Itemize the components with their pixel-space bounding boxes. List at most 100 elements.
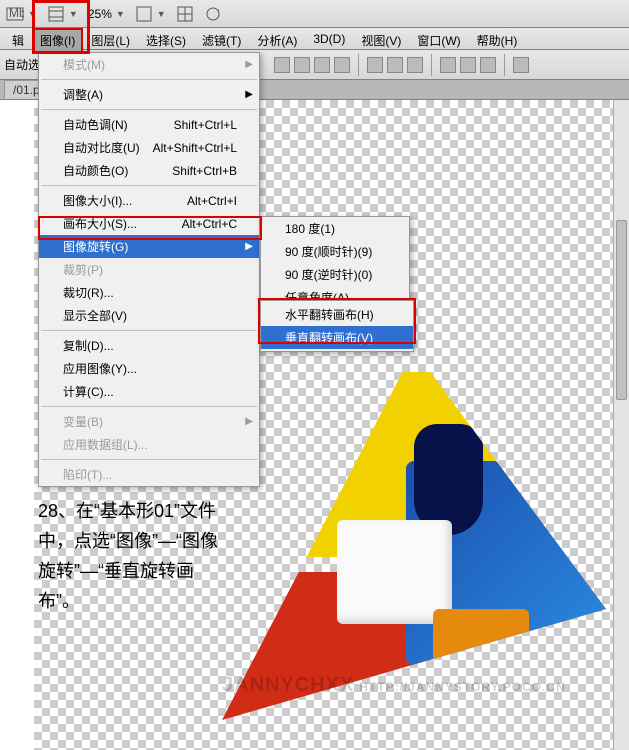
zoom-level[interactable]: 25% — [88, 7, 112, 21]
menu-view[interactable]: 视图(V) — [353, 28, 409, 53]
top-toolbar: Mb ▼ ▼ 25% ▼ ▼ — [0, 0, 629, 28]
menu-item-label: 自动对比度(U) — [63, 139, 140, 156]
menu-item-label: 应用图像(Y)... — [63, 360, 137, 377]
menu-item[interactable]: 裁切(R)... — [39, 281, 259, 304]
scrollbar-thumb[interactable] — [616, 220, 627, 400]
distribute-icon[interactable] — [480, 57, 496, 73]
menu-item[interactable]: 调整(A) ▶ — [39, 83, 259, 106]
image-menu: 模式(M) ▶ 调整(A) ▶ 自动色调(N) Shift+Ctrl+L 自动对比度(U) A… — [38, 52, 260, 487]
menu-item[interactable]: 自动对比度(U) Alt+Shift+Ctrl+L — [39, 136, 259, 159]
menu-shortcut: Alt+Ctrl+C — [182, 217, 237, 231]
align-icon[interactable] — [274, 57, 290, 73]
submenu-arrow-icon: ▶ — [245, 241, 253, 252]
menu-item: 裁剪(P) — [39, 258, 259, 281]
submenu-item[interactable]: 水平翻转画布(H) — [261, 303, 413, 326]
flip-submenu: 水平翻转画布(H)垂直翻转画布(V) — [260, 300, 414, 352]
align-icon[interactable] — [314, 57, 330, 73]
dropdown-arrow-icon[interactable]: ▼ — [116, 9, 125, 19]
menu-item[interactable]: 自动颜色(O) Shift+Ctrl+B — [39, 159, 259, 182]
menu-item-label: 裁剪(P) — [63, 261, 103, 278]
submenu-item[interactable]: 90 度(逆时针)(0) — [261, 263, 409, 286]
rotate-icon[interactable] — [204, 5, 222, 23]
submenu-item[interactable]: 180 度(1) — [261, 217, 409, 240]
menu-image[interactable]: 图像(I) — [32, 28, 83, 53]
menu-3d[interactable]: 3D(D) — [305, 28, 353, 50]
grid-icon[interactable] — [176, 5, 194, 23]
distribute-icon[interactable] — [387, 57, 403, 73]
menu-item-label: 图像大小(I)... — [63, 192, 132, 209]
menu-item[interactable]: 应用图像(Y)... — [39, 357, 259, 380]
vertical-scrollbar[interactable] — [613, 100, 629, 750]
svg-text:Mb: Mb — [9, 6, 24, 20]
menu-item: 陷印(T)... — [39, 463, 259, 486]
distribute-icon[interactable] — [460, 57, 476, 73]
menu-item: 模式(M) ▶ — [39, 53, 259, 76]
autoselect-label: 自动选 — [4, 56, 40, 73]
submenu-item[interactable]: 90 度(顺时针)(9) — [261, 240, 409, 263]
menu-separator — [41, 185, 257, 186]
menu-item-label: 显示全部(V) — [63, 307, 127, 324]
menu-shortcut: Alt+Shift+Ctrl+L — [153, 141, 237, 155]
menu-item-label: 调整(A) — [63, 86, 103, 103]
menu-item-label: 画布大小(S)... — [63, 215, 137, 232]
menu-item-label: 图像旋转(G) — [63, 238, 128, 255]
hand-icon[interactable] — [135, 5, 153, 23]
menu-item[interactable]: 图像大小(I)... Alt+Ctrl+I — [39, 189, 259, 212]
menu-analysis[interactable]: 分析(A) — [249, 28, 305, 53]
menu-help[interactable]: 帮助(H) — [469, 28, 526, 53]
film-icon[interactable] — [47, 5, 65, 23]
menu-separator — [41, 109, 257, 110]
menu-item-label: 应用数据组(L)... — [63, 436, 148, 453]
instruction-text: 28、在“基本形01”文件中，点选“图像”—“图像旋转”—“垂直旋转画布”。 — [38, 496, 218, 616]
menu-item[interactable]: 自动色调(N) Shift+Ctrl+L — [39, 113, 259, 136]
menu-item: 变量(B) ▶ — [39, 410, 259, 433]
distribute-icon[interactable] — [407, 57, 423, 73]
menu-separator — [41, 406, 257, 407]
tool-icon[interactable] — [513, 57, 529, 73]
menu-separator — [41, 79, 257, 80]
menu-separator — [41, 330, 257, 331]
mb-icon[interactable]: Mb — [6, 5, 24, 23]
menu-separator — [41, 459, 257, 460]
distribute-icon[interactable] — [367, 57, 383, 73]
menu-item: 应用数据组(L)... — [39, 433, 259, 456]
submenu-item[interactable]: 垂直翻转画布(V) — [261, 326, 413, 349]
menu-edit-partial[interactable]: 辑 — [4, 28, 32, 53]
menu-layer[interactable]: 图层(L) — [83, 28, 138, 53]
align-icon[interactable] — [334, 57, 350, 73]
menu-shortcut: Shift+Ctrl+L — [174, 118, 237, 132]
separator — [504, 54, 505, 76]
menu-item-label: 自动色调(N) — [63, 116, 128, 133]
dropdown-arrow-icon[interactable]: ▼ — [69, 9, 78, 19]
submenu-arrow-icon: ▶ — [245, 89, 253, 100]
menu-item[interactable]: 图像旋转(G) ▶ — [39, 235, 259, 258]
menu-item[interactable]: 计算(C)... — [39, 380, 259, 403]
menu-select[interactable]: 选择(S) — [138, 28, 194, 53]
menu-window[interactable]: 窗口(W) — [409, 28, 468, 53]
menu-filter[interactable]: 滤镜(T) — [194, 28, 249, 53]
menu-item-label: 计算(C)... — [63, 383, 114, 400]
submenu-arrow-icon: ▶ — [245, 59, 253, 70]
canvas-image — [222, 350, 606, 720]
dropdown-arrow-icon[interactable]: ▼ — [28, 9, 37, 19]
menu-item[interactable]: 显示全部(V) — [39, 304, 259, 327]
menu-item-label: 复制(D)... — [63, 337, 114, 354]
menu-item-label: 模式(M) — [63, 56, 105, 73]
image-rotation-submenu: 180 度(1)90 度(顺时针)(9)90 度(逆时针)(0)任意角度(A).… — [260, 216, 410, 310]
menu-item-label: 变量(B) — [63, 413, 103, 430]
menu-shortcut: Alt+Ctrl+I — [187, 194, 237, 208]
menu-item[interactable]: 复制(D)... — [39, 334, 259, 357]
watermark: JANNYCHXX HTTP://JANNYSTORY.POCO.CN — [222, 674, 566, 697]
dropdown-arrow-icon[interactable]: ▼ — [157, 9, 166, 19]
menu-item-label: 陷印(T)... — [63, 466, 112, 483]
menu-shortcut: Shift+Ctrl+B — [172, 164, 237, 178]
submenu-arrow-icon: ▶ — [245, 416, 253, 427]
menu-item-label: 自动颜色(O) — [63, 162, 128, 179]
menubar: 辑 图像(I) 图层(L) 选择(S) 滤镜(T) 分析(A) 3D(D) 视图… — [0, 28, 629, 50]
separator — [358, 54, 359, 76]
align-icon[interactable] — [294, 57, 310, 73]
distribute-icon[interactable] — [440, 57, 456, 73]
separator — [431, 54, 432, 76]
menu-item[interactable]: 画布大小(S)... Alt+Ctrl+C — [39, 212, 259, 235]
menu-item-label: 裁切(R)... — [63, 284, 114, 301]
